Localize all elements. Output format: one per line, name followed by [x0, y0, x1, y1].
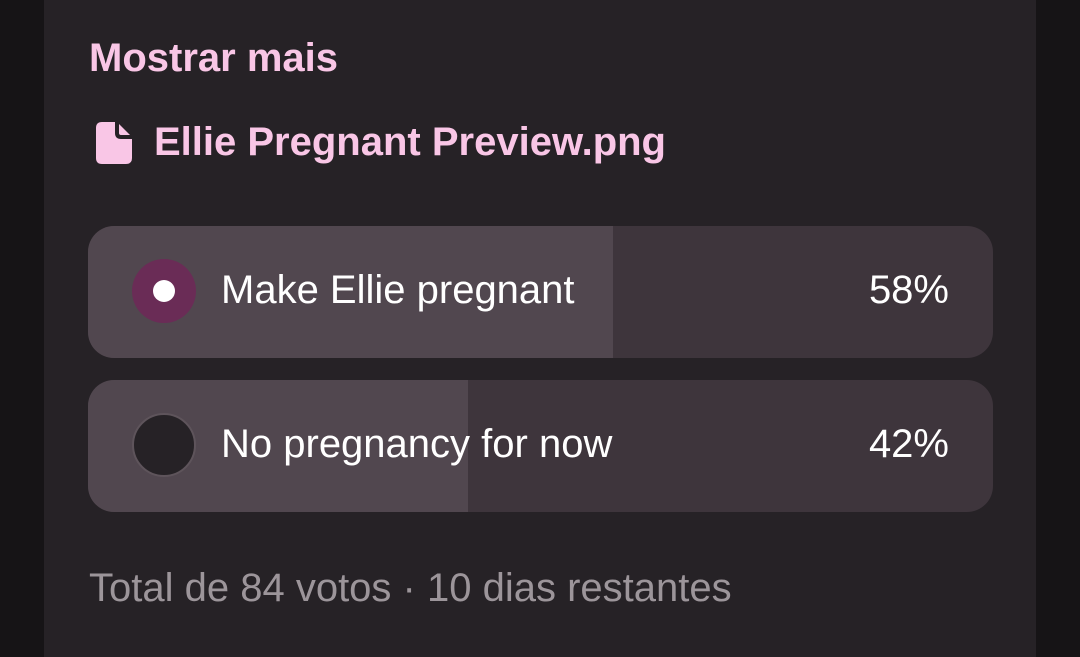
poll-option-no-pregnancy[interactable]: No pregnancy for now 42%: [88, 380, 993, 512]
poll-option-label: No pregnancy for now: [221, 422, 613, 466]
separator-dot: ·: [402, 566, 416, 610]
show-more-link[interactable]: Mostrar mais: [89, 36, 338, 81]
attachment-filename: Ellie Pregnant Preview.png: [154, 120, 666, 164]
radio-unselected[interactable]: [132, 413, 196, 477]
poll-option-percent: 42%: [868, 422, 949, 466]
poll-option-percent: 58%: [868, 268, 949, 312]
poll-option-make-ellie-pregnant[interactable]: Make Ellie pregnant 58%: [88, 226, 993, 358]
post-card: Mostrar mais Ellie Pregnant Preview.png …: [44, 0, 1036, 657]
time-remaining: 10 dias restantes: [427, 566, 732, 610]
radio-selected[interactable]: [132, 259, 196, 323]
file-icon: [96, 121, 132, 164]
total-votes: Total de 84 votos: [89, 566, 392, 610]
poll-footer: Total de 84 votos · 10 dias restantes: [89, 566, 732, 611]
poll-option-label: Make Ellie pregnant: [221, 268, 575, 312]
attachment-link[interactable]: Ellie Pregnant Preview.png: [96, 120, 666, 165]
